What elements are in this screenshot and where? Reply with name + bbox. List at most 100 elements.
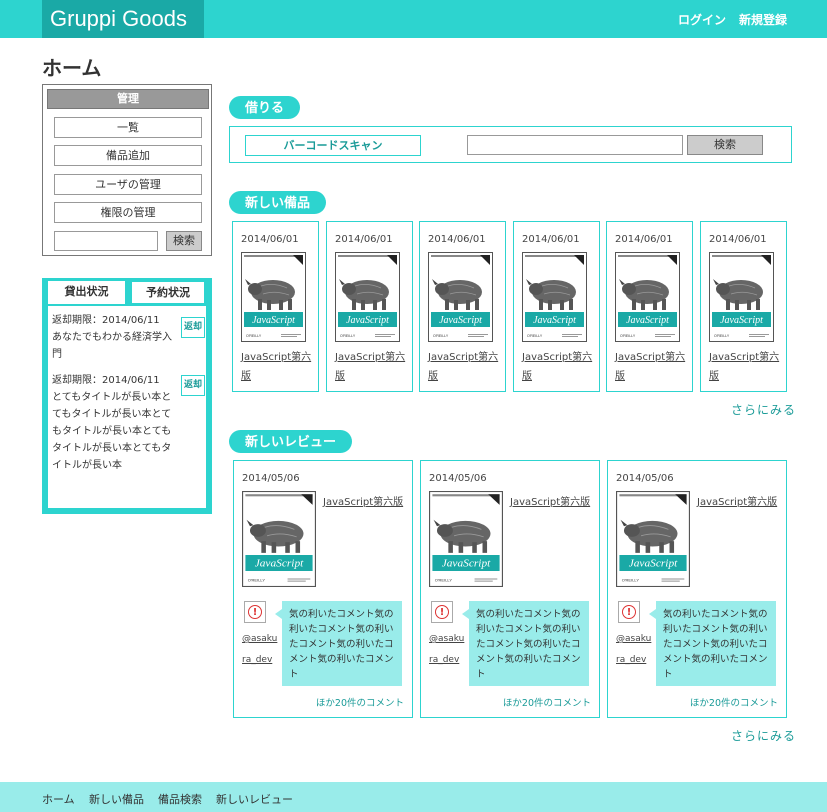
item-card[interactable]: 2014/06/01 JavaScript O'REILLY JavaScrip… — [606, 221, 693, 392]
svg-text:JavaScript: JavaScript — [720, 315, 763, 326]
loan-title-line: あなたでもわかる経済学入 — [52, 332, 172, 343]
svg-text:O'REILLY: O'REILLY — [435, 579, 453, 583]
review-date: 2014/05/06 — [616, 473, 674, 484]
comment-line: メント気の利いたコメン — [289, 654, 394, 665]
item-title-line: 版 — [709, 371, 719, 382]
book-cover-image[interactable]: JavaScript O'REILLY — [709, 252, 774, 342]
borrow-search-input[interactable] — [467, 135, 683, 155]
item-card[interactable]: 2014/06/01 JavaScript O'REILLY JavaScrip… — [419, 221, 506, 392]
comment-line: メント気の利いたコメン — [663, 654, 768, 665]
due-date: 返却期限：2014/06/11 — [52, 375, 160, 386]
item-title-line: JavaScript第六 — [335, 352, 406, 363]
admin-search-input[interactable] — [54, 231, 158, 251]
report-button[interactable]: ! — [431, 601, 453, 623]
item-title-link[interactable]: JavaScript第六 版 — [428, 348, 503, 386]
reviewer-link[interactable]: @asaku ra_dev — [242, 629, 278, 671]
loan-title-line: てもタイトルが長い本とて — [52, 409, 172, 420]
footer-link-home[interactable]: ホーム — [42, 791, 75, 807]
tab-loan-status[interactable]: 貸出状況 — [48, 281, 125, 304]
loan-title-line: イトルが長い本 — [52, 460, 122, 471]
book-cover-image[interactable]: JavaScript O'REILLY — [335, 252, 400, 342]
book-cover-image[interactable]: JavaScript O'REILLY — [615, 252, 680, 342]
reviewer-name-line: ra_dev — [242, 655, 273, 665]
borrow-heading: 借りる — [229, 96, 301, 119]
brand-logo[interactable]: Gruppi Goods — [42, 0, 204, 38]
item-title-line: 版 — [335, 371, 345, 382]
svg-text:O'REILLY: O'REILLY — [620, 334, 636, 338]
tab-reservation-status[interactable]: 予約状況 — [131, 281, 205, 304]
reviewer-link[interactable]: @asaku ra_dev — [616, 629, 652, 671]
item-title-line: JavaScript第六 — [522, 352, 593, 363]
item-date: 2014/06/01 — [428, 234, 486, 245]
footer: ホーム 新しい備品 備品検索 新しいレビュー — [0, 782, 827, 812]
item-title-link[interactable]: JavaScript第六 版 — [241, 348, 316, 386]
item-title-link[interactable]: JavaScript第六 版 — [335, 348, 410, 386]
item-title-link[interactable]: JavaScript第六 版 — [522, 348, 597, 386]
svg-text:O'REILLY: O'REILLY — [248, 579, 266, 583]
svg-text:O'REILLY: O'REILLY — [527, 334, 543, 338]
report-button[interactable]: ! — [618, 601, 640, 623]
book-cover-image[interactable]: JavaScript O'REILLY — [616, 491, 690, 587]
comment-line: ト — [289, 669, 299, 680]
item-title-line: 版 — [428, 371, 438, 382]
admin-add-item-button[interactable]: 備品追加 — [54, 145, 202, 166]
return-button[interactable]: 返却 — [181, 375, 205, 396]
signup-link[interactable]: 新規登録 — [739, 11, 787, 28]
new-items-more-link[interactable]: さらにみる — [731, 401, 796, 418]
review-title-link[interactable]: JavaScript第六版 — [510, 493, 590, 508]
borrow-search-button[interactable]: 検索 — [687, 135, 763, 155]
svg-text:JavaScript: JavaScript — [626, 315, 669, 326]
book-cover-image[interactable]: JavaScript O'REILLY — [522, 252, 587, 342]
footer-link-new-items[interactable]: 新しい備品 — [89, 791, 144, 807]
admin-list-button[interactable]: 一覧 — [54, 117, 202, 138]
item-card[interactable]: 2014/06/01 JavaScript O'REILLY JavaScrip… — [513, 221, 600, 392]
item-title-link[interactable]: JavaScript第六 版 — [615, 348, 690, 386]
item-title-line: 版 — [241, 371, 251, 382]
footer-link-item-search[interactable]: 備品検索 — [158, 791, 202, 807]
login-link[interactable]: ログイン — [678, 11, 726, 28]
admin-users-button[interactable]: ユーザの管理 — [54, 174, 202, 195]
book-cover-image[interactable]: JavaScript O'REILLY — [241, 252, 306, 342]
item-title-link[interactable]: JavaScript第六 版 — [709, 348, 784, 386]
admin-heading: 管理 — [47, 89, 209, 109]
top-navbar: Gruppi Goods ログイン 新規登録 — [0, 0, 827, 38]
more-comments-link[interactable]: ほか20件のコメント — [316, 695, 404, 709]
barcode-scan-button[interactable]: バーコードスキャン — [245, 135, 421, 156]
report-button[interactable]: ! — [244, 601, 266, 623]
item-card[interactable]: 2014/06/01 JavaScript O'REILLY JavaScrip… — [326, 221, 413, 392]
review-card: 2014/05/06 JavaScript O'REILLY JavaScrip… — [233, 460, 413, 718]
reviewer-name-line: @asaku — [429, 634, 465, 644]
page-title: ホーム — [42, 58, 102, 80]
item-card[interactable]: 2014/06/01 JavaScript O'REILLY JavaScrip… — [700, 221, 787, 392]
more-comments-link[interactable]: ほか20件のコメント — [503, 695, 591, 709]
book-cover-image[interactable]: JavaScript O'REILLY — [242, 491, 316, 587]
item-title-line: JavaScript第六 — [428, 352, 499, 363]
comment-line: ト — [663, 669, 673, 680]
reviewer-name-line: @asaku — [242, 634, 278, 644]
admin-permissions-button[interactable]: 権限の管理 — [54, 202, 202, 223]
loan-entry-text: 返却期限：2014/06/11 とてもタイトルが長い本と てもタイトルが長い本と… — [52, 372, 178, 474]
review-title-link[interactable]: JavaScript第六版 — [697, 493, 777, 508]
comment-line: 利いたコメント気の利い — [663, 624, 768, 635]
book-cover-image[interactable]: JavaScript O'REILLY — [429, 491, 503, 587]
item-title-line: JavaScript第六 — [709, 352, 780, 363]
more-comments-link[interactable]: ほか20件のコメント — [690, 695, 778, 709]
reviewer-link[interactable]: @asaku ra_dev — [429, 629, 465, 671]
return-button[interactable]: 返却 — [181, 317, 205, 338]
item-date: 2014/06/01 — [709, 234, 767, 245]
alert-icon: ! — [622, 605, 636, 619]
svg-text:O'REILLY: O'REILLY — [714, 334, 730, 338]
new-reviews-more-link[interactable]: さらにみる — [731, 727, 796, 744]
svg-text:JavaScript: JavaScript — [252, 315, 295, 326]
comment-bubble: 気の利いたコメント気の 利いたコメント気の利い たコメント気の利いたコ メント気の利い… — [275, 601, 402, 686]
review-card: 2014/05/06 JavaScript O'REILLY JavaScrip… — [607, 460, 787, 718]
comment-line: ト — [476, 669, 486, 680]
book-cover-image[interactable]: JavaScript O'REILLY — [428, 252, 493, 342]
admin-search-button[interactable]: 検索 — [166, 231, 202, 251]
loan-title-line: タイトルが長い本とてもタ — [52, 443, 172, 454]
review-title-link[interactable]: JavaScript第六版 — [323, 493, 403, 508]
item-card[interactable]: 2014/06/01 JavaScript O'REILLY JavaScrip… — [232, 221, 319, 392]
loan-title-line: もタイトルが長い本とても — [52, 426, 172, 437]
footer-link-new-reviews[interactable]: 新しいレビュー — [216, 791, 293, 807]
svg-text:JavaScript: JavaScript — [439, 315, 482, 326]
